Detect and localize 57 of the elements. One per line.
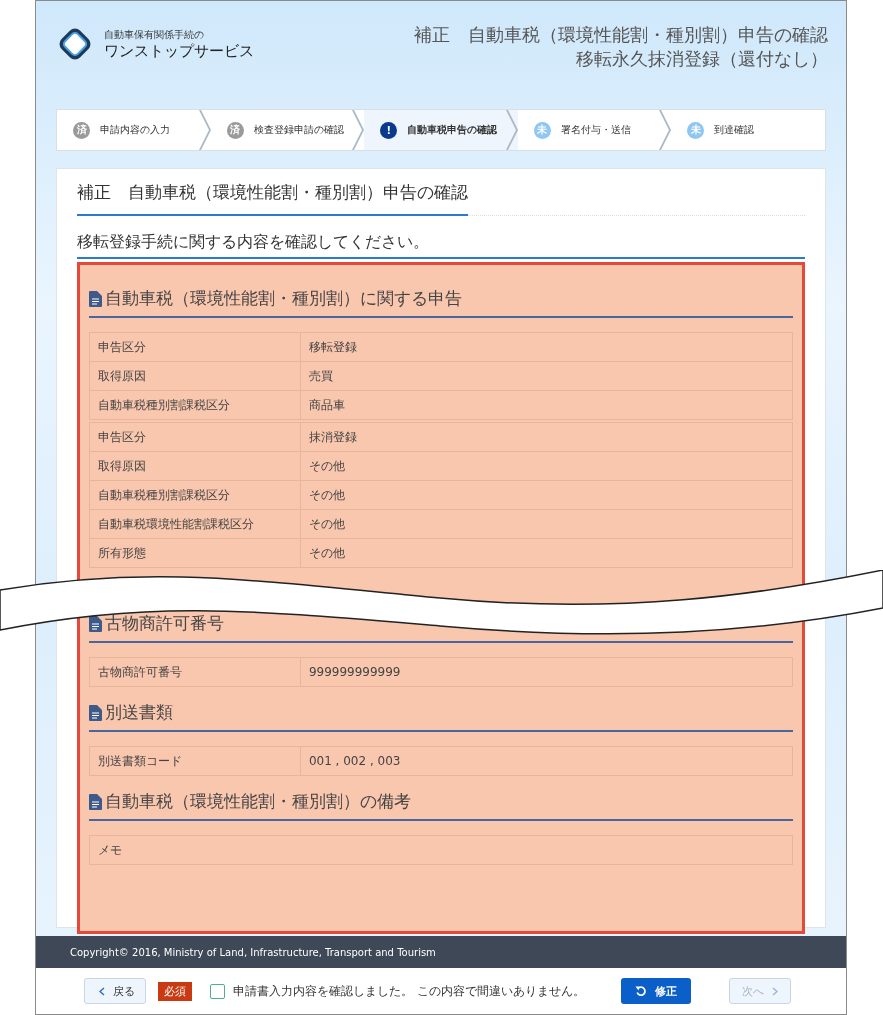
confirm-checkbox[interactable] xyxy=(210,983,225,999)
table-cell: 古物商許可番号 xyxy=(89,657,301,687)
table-cell: 抹消登録 xyxy=(300,422,793,452)
chevron-left-icon xyxy=(99,986,105,996)
document-icon xyxy=(89,793,102,810)
document-icon xyxy=(89,290,102,307)
table-cell: 所有形態 xyxy=(89,538,301,568)
status-badge: 未 xyxy=(533,121,551,139)
section-heading: 別送書類 xyxy=(105,701,173,724)
logo-name: ワンストップサービス xyxy=(104,41,254,61)
required-badge: 必須 xyxy=(158,981,192,1001)
page-title: 移転永久抹消登録（還付なし） xyxy=(575,47,828,71)
undo-icon xyxy=(634,985,647,997)
checkbox-label[interactable]: 申請書入力内容を確認しました。 この内容で間違いありません。 xyxy=(233,982,585,1000)
status-badge: 済 xyxy=(73,121,90,139)
section-heading: 古物商許可番号 xyxy=(105,612,224,635)
table-cell: 取得原因 xyxy=(89,361,301,391)
table-cell: 商品車 xyxy=(300,390,793,420)
table-cell: その他 xyxy=(300,509,793,539)
chevron-divider-icon xyxy=(198,110,211,150)
table-cell: その他 xyxy=(300,451,793,481)
table-cell: 移転登録 xyxy=(300,332,793,362)
logo-caption: 自動車保有関係手続の xyxy=(104,27,205,42)
table-cell: 申告区分 xyxy=(89,422,301,452)
chevron-divider-icon xyxy=(505,110,518,150)
document-icon xyxy=(89,704,102,721)
copyright-text: Copyright© 2016, Ministry of Land, Infrastructure, Transport and Tourism xyxy=(70,946,436,958)
chevron-divider-icon xyxy=(352,110,365,150)
fix-button[interactable]: 修正 xyxy=(620,978,691,1004)
section-heading: 自動車税（環境性能割・種別割）の備考 xyxy=(105,790,411,813)
table-cell: 売買 xyxy=(300,361,793,391)
table-cell: 自動車税種別割課税区分 xyxy=(89,480,301,510)
step-label: 検査登録申請の確認 xyxy=(253,123,344,137)
step-label: 申請内容の入力 xyxy=(100,123,170,137)
status-badge: 済 xyxy=(226,121,244,139)
section-heading: 自動車税（環境性能割・種別割）に関する申告 xyxy=(105,287,462,310)
back-button[interactable]: 戻る xyxy=(84,978,146,1004)
chevron-divider-icon xyxy=(659,110,672,150)
step-label: 到達確認 xyxy=(714,123,755,137)
table-cell: 取得原因 xyxy=(89,451,301,481)
table-cell: 999999999999 xyxy=(300,657,793,687)
table-cell: 申告区分 xyxy=(89,332,301,362)
page-title: 補正 自動車税（環境性能割・種別割）申告の確認 xyxy=(414,23,828,47)
table-cell: 自動車税環境性能割課税区分 xyxy=(89,509,301,539)
table-cell: その他 xyxy=(300,480,793,510)
table-cell: 別送書類コード xyxy=(89,746,301,776)
table-cell: 001 , 002 , 003 xyxy=(300,746,793,776)
chevron-right-icon xyxy=(771,986,778,996)
table-cell: 自動車税種別割課税区分 xyxy=(89,390,301,420)
step-label: 署名付与・送信 xyxy=(560,123,631,137)
card-title: 補正 自動車税（環境性能割・種別割）申告の確認 xyxy=(77,181,468,216)
instruction-text: 移転登録手続に関する内容を確認してください。 xyxy=(77,232,805,259)
status-badge: 未 xyxy=(687,121,705,139)
status-badge: ! xyxy=(380,121,398,139)
table-cell: メモ xyxy=(89,835,793,865)
step-label: 自動車税申告の確認 xyxy=(407,123,498,137)
table-cell: その他 xyxy=(300,538,793,568)
